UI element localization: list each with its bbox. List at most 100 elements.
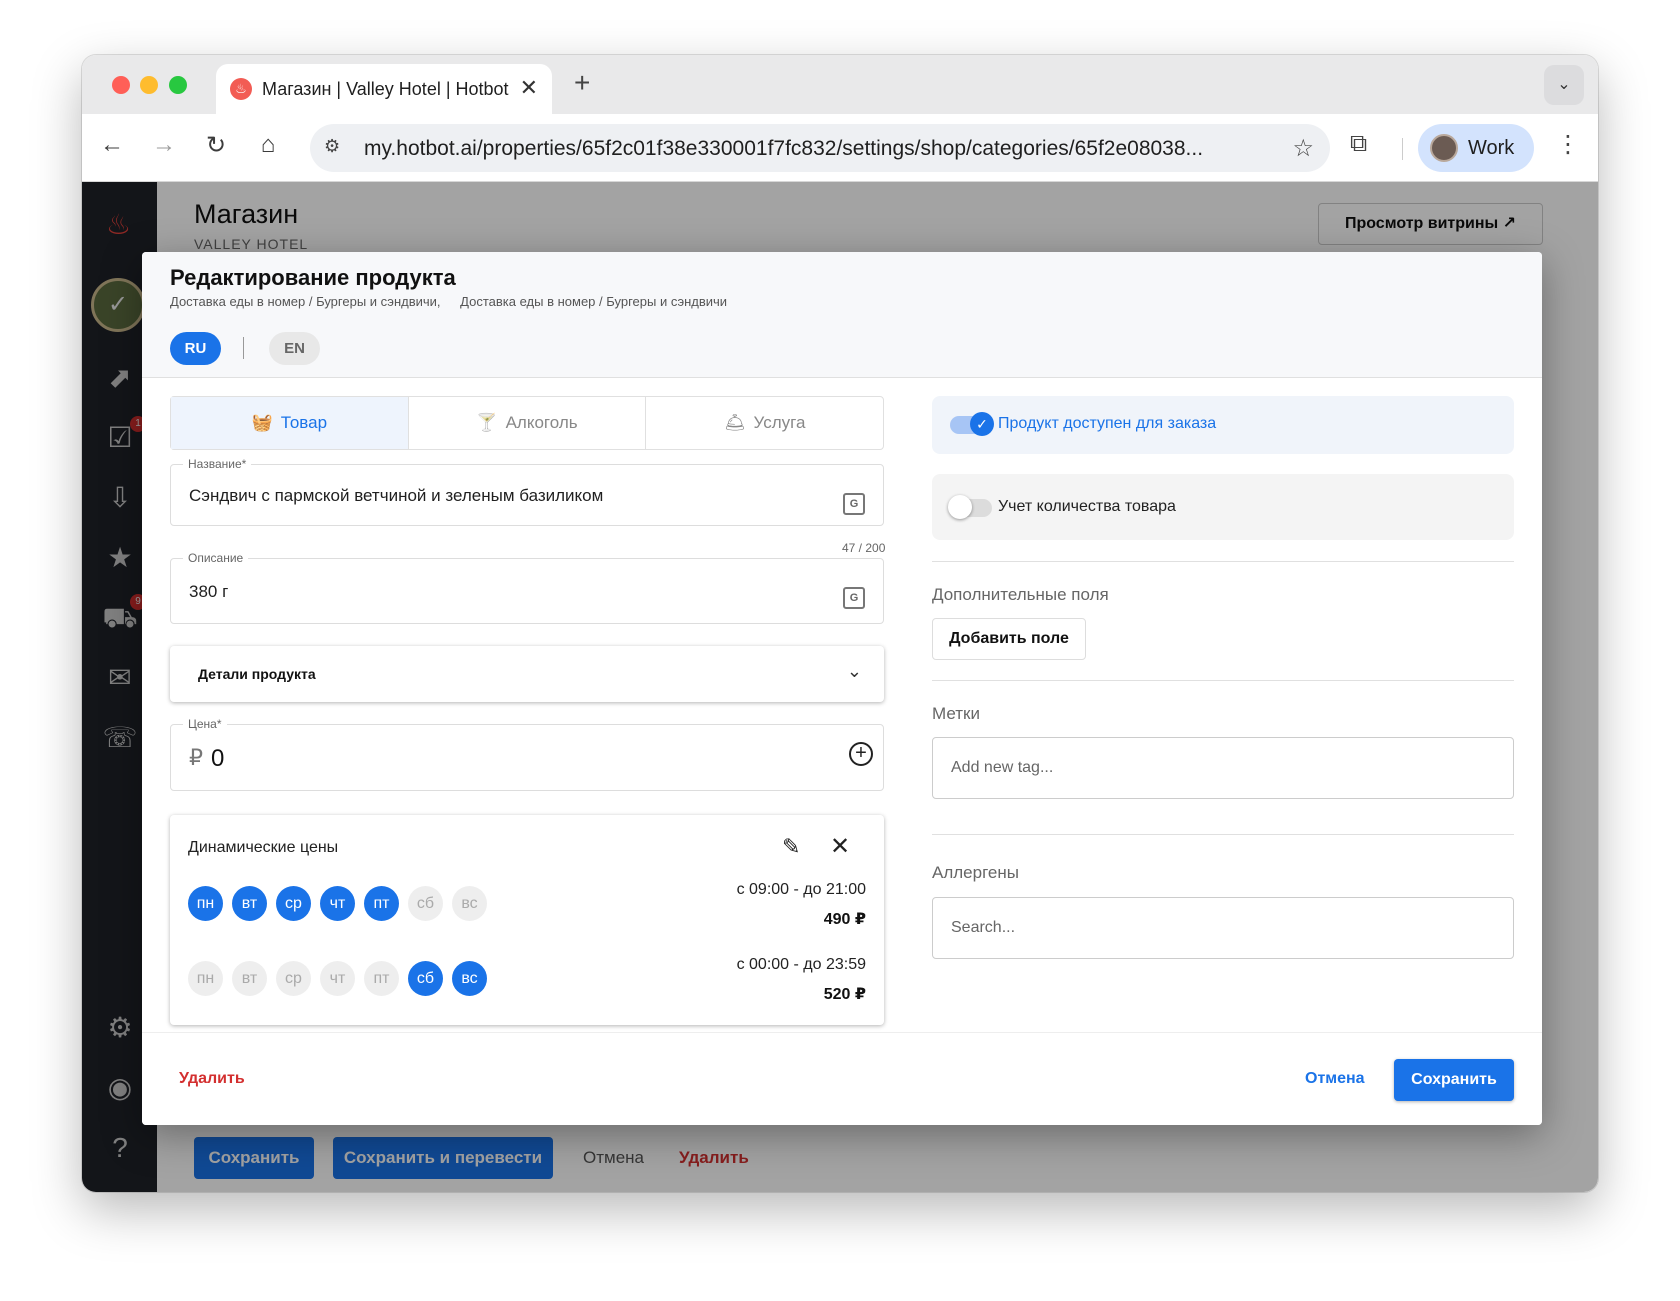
stock-tracking-toggle[interactable] <box>948 495 992 519</box>
currency-symbol: ₽ <box>189 745 203 770</box>
browser-tab[interactable]: ♨ Магазин | Valley Hotel | Hotbot ✕ <box>216 64 552 114</box>
home-icon[interactable]: ⌂ <box>252 131 284 159</box>
section-divider <box>932 561 1514 562</box>
toolbar-divider <box>1402 138 1403 160</box>
basket-icon: 🧺 <box>251 413 273 432</box>
day-chip[interactable]: сб <box>408 961 443 996</box>
back-arrow-icon[interactable]: ← <box>96 131 128 159</box>
breadcrumb: Доставка еды в номер / Бургеры и сэндвич… <box>170 294 743 309</box>
day-chip[interactable]: чт <box>320 886 355 921</box>
add-field-button[interactable]: Добавить поле <box>932 618 1086 660</box>
rule-1-price: 490 ₽ <box>823 911 866 928</box>
language-en-button[interactable]: EN <box>269 332 320 365</box>
day-chip[interactable]: вт <box>232 961 267 996</box>
stock-tracking-label: Учет количества товара <box>998 498 1176 515</box>
stock-tracking-panel: Учет количества товара <box>932 474 1514 540</box>
translate-icon[interactable]: G <box>843 493 865 515</box>
close-window-button[interactable] <box>112 76 130 94</box>
profile-avatar <box>1430 134 1458 162</box>
tags-label: Метки <box>932 704 980 723</box>
translate-icon[interactable]: G <box>843 587 865 609</box>
tab-service[interactable]: 🛎 Услуга <box>646 397 883 449</box>
product-details-accordion[interactable]: Детали продукта ⌄ <box>170 646 884 702</box>
availability-label: Продукт доступен для заказа <box>998 415 1217 432</box>
tab-alcohol[interactable]: 🍸 Алкоголь <box>409 397 647 449</box>
modal-title: Редактирование продукта <box>170 265 456 290</box>
section-divider <box>932 834 1514 835</box>
allergens-label: Аллергены <box>932 863 1019 882</box>
add-price-plus-icon[interactable]: + <box>849 742 873 766</box>
dynamic-prices-card: Динамические цены ✎ ✕ пн вт ср чт пт сб … <box>170 815 884 1025</box>
day-chip[interactable]: ср <box>276 886 311 921</box>
product-description-label: Описание <box>183 551 249 565</box>
rule-2-time: с 00:00 - до 23:59 <box>736 956 866 973</box>
breadcrumb-category: Доставка еды в номер / Бургеры и сэндвич… <box>460 294 728 309</box>
extra-fields-label: Дополнительные поля <box>932 585 1109 604</box>
day-chip[interactable]: пн <box>188 961 223 996</box>
modal-footer: Удалить Отмена Сохранить <box>142 1032 1542 1125</box>
chevron-down-icon: ⌄ <box>846 661 862 681</box>
tab-alcohol-label: Алкоголь <box>505 413 578 432</box>
product-description-field[interactable]: Описание 380 г G <box>170 551 884 624</box>
language-divider <box>243 337 244 359</box>
hotbot-favicon-icon: ♨ <box>230 78 252 100</box>
cancel-button[interactable]: Отмена <box>1305 1070 1365 1088</box>
edit-pencil-icon[interactable]: ✎ <box>782 834 800 860</box>
day-chip[interactable]: пт <box>364 961 399 996</box>
profile-button[interactable]: Work <box>1418 124 1534 172</box>
product-type-tabs: 🧺 Товар 🍸 Алкоголь 🛎 Услуга <box>170 396 884 450</box>
day-chip[interactable]: ср <box>276 961 311 996</box>
price-value[interactable]: 0 <box>211 745 224 773</box>
tab-product-label: Товар <box>280 413 328 432</box>
modal-header: Редактирование продукта Доставка еды в н… <box>142 252 1542 378</box>
cocktail-icon: 🍸 <box>476 413 498 432</box>
product-description-value[interactable]: 380 г <box>189 582 228 602</box>
product-name-field[interactable]: Название* Сэндвич с пармской ветчиной и … <box>170 457 884 526</box>
new-tab-plus-icon[interactable]: + <box>574 67 590 99</box>
tags-input[interactable]: Add new tag... <box>932 737 1514 799</box>
section-divider <box>932 680 1514 681</box>
day-chip[interactable]: чт <box>320 961 355 996</box>
url-text[interactable]: my.hotbot.ai/properties/65f2c01f38e33000… <box>364 137 1264 161</box>
product-name-value[interactable]: Сэндвич с пармской ветчиной и зеленым ба… <box>189 486 603 506</box>
language-ru-button[interactable]: RU <box>170 332 221 365</box>
product-name-label: Название* <box>183 457 252 471</box>
browser-menu-icon[interactable]: ⋮ <box>1556 130 1580 159</box>
save-button[interactable]: Сохранить <box>1394 1059 1514 1101</box>
day-chip[interactable]: пн <box>188 886 223 921</box>
reload-icon[interactable]: ↻ <box>200 131 232 160</box>
toggle-knob <box>948 495 972 519</box>
rule-1-time: с 09:00 - до 21:00 <box>736 881 866 898</box>
day-chip[interactable]: вс <box>452 886 487 921</box>
day-chip[interactable]: вт <box>232 886 267 921</box>
address-bar[interactable]: ⚙ my.hotbot.ai/properties/65f2c01f38e330… <box>310 124 1330 172</box>
tab-close-icon[interactable]: ✕ <box>520 75 538 101</box>
day-chip[interactable]: сб <box>408 886 443 921</box>
forward-arrow-icon[interactable]: → <box>148 131 180 159</box>
check-icon: ✓ <box>970 412 994 436</box>
tab-service-label: Услуга <box>753 413 806 432</box>
allergens-placeholder: Search... <box>951 919 1016 936</box>
bookmark-star-icon[interactable]: ☆ <box>1292 134 1314 163</box>
allergens-search-input[interactable]: Search... <box>932 897 1514 959</box>
dynamic-prices-title: Динамические цены <box>188 839 339 856</box>
availability-panel: ✓ Продукт доступен для заказа <box>932 396 1514 454</box>
browser-toolbar: ← → ↻ ⌂ ⚙ my.hotbot.ai/properties/65f2c0… <box>82 114 1598 182</box>
minimize-window-button[interactable] <box>140 76 158 94</box>
tab-search-chevron-icon[interactable]: ⌄ <box>1544 65 1584 105</box>
price-label: Цена* <box>183 717 227 731</box>
day-chip[interactable]: пт <box>364 886 399 921</box>
site-settings-icon[interactable]: ⚙ <box>324 136 340 157</box>
day-chip[interactable]: вс <box>452 961 487 996</box>
tags-placeholder: Add new tag... <box>951 759 1054 776</box>
close-icon[interactable]: ✕ <box>830 832 850 861</box>
profile-label: Work <box>1468 137 1515 159</box>
tab-product[interactable]: 🧺 Товар <box>171 397 409 449</box>
service-icon: 🛎 <box>723 413 746 432</box>
extensions-puzzle-icon[interactable]: ⧉ <box>1350 130 1367 158</box>
delete-button[interactable]: Удалить <box>179 1070 245 1088</box>
price-field[interactable]: Цена* ₽ 0 + <box>170 717 884 791</box>
maximize-window-button[interactable] <box>169 76 187 94</box>
edit-product-modal: Редактирование продукта Доставка еды в н… <box>142 252 1542 1125</box>
availability-toggle[interactable]: ✓ <box>950 412 994 436</box>
